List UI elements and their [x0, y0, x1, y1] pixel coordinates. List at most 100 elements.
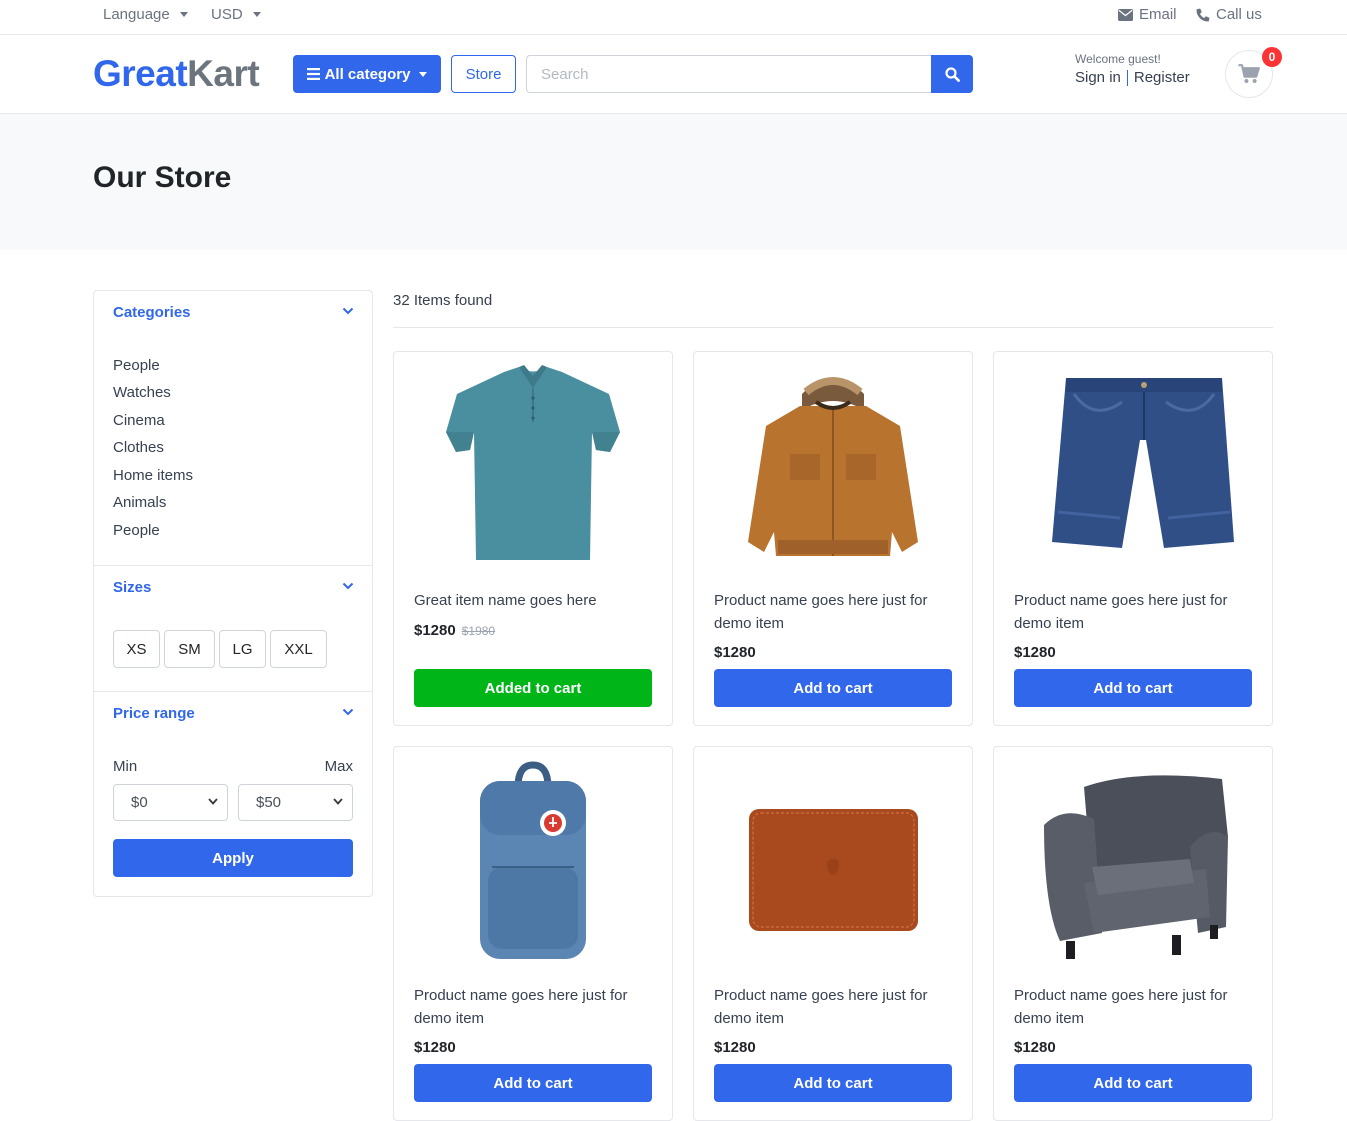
add-to-cart-button[interactable]: Add to cart [414, 1064, 652, 1102]
language-dropdown[interactable]: Language [103, 6, 188, 23]
product-price: $1280 [714, 1039, 756, 1056]
product-price: $1280 [1014, 644, 1056, 661]
product-image[interactable] [414, 757, 652, 967]
caret-down-icon [419, 71, 428, 77]
search-input[interactable] [526, 55, 932, 93]
current-price: $1280 [1014, 644, 1056, 661]
email-label: Email [1139, 6, 1177, 23]
register-link[interactable]: Register [1134, 69, 1190, 86]
chevron-down-icon [208, 798, 218, 805]
price-range-heading[interactable]: Price range [113, 705, 195, 722]
product-image[interactable] [1014, 757, 1252, 967]
product-card: Product name goes here just for demo ite… [693, 351, 973, 726]
envelope-icon [1118, 8, 1133, 21]
store-button[interactable]: Store [451, 55, 516, 93]
product-card: Product name goes here just for demo ite… [993, 746, 1273, 1121]
currency-label: USD [211, 6, 243, 23]
product-price: $1280 [714, 644, 756, 661]
category-item[interactable]: Clothes [113, 439, 164, 456]
menu-icon [306, 68, 320, 80]
currency-dropdown[interactable]: USD [211, 6, 261, 23]
add-to-cart-button[interactable]: Add to cart [714, 1064, 952, 1102]
section-divider [94, 691, 372, 692]
chevron-down-icon[interactable] [342, 307, 354, 315]
product-image[interactable] [714, 757, 952, 967]
current-price: $1280 [714, 1039, 756, 1056]
product-image[interactable] [714, 362, 952, 572]
product-card: Product name goes here just for demo ite… [993, 351, 1273, 726]
min-price-select[interactable]: $0 [113, 784, 228, 821]
results-divider [393, 327, 1273, 328]
call-link[interactable]: Call us [1196, 6, 1262, 23]
email-link[interactable]: Email [1118, 6, 1177, 23]
apply-button[interactable]: Apply [113, 839, 353, 877]
all-category-button[interactable]: All category [293, 55, 441, 93]
chevron-down-icon[interactable] [342, 582, 354, 590]
product-name[interactable]: Product name goes here just for demo ite… [714, 984, 954, 1030]
category-item[interactable]: People [113, 357, 160, 374]
sign-in-link[interactable]: Sign in [1075, 69, 1121, 86]
size-option-lg[interactable]: LG [219, 630, 266, 668]
category-item[interactable]: Home items [113, 467, 193, 484]
caret-down-icon [179, 12, 188, 17]
current-price: $1280 [414, 622, 456, 639]
search-icon [944, 66, 960, 82]
caret-down-icon [252, 12, 261, 17]
add-to-cart-button[interactable]: Add to cart [714, 669, 952, 707]
size-option-xs[interactable]: XS [113, 630, 160, 668]
welcome-text: Welcome guest! [1075, 52, 1161, 66]
added-to-cart-button[interactable]: Added to cart [414, 669, 652, 707]
chevron-down-icon[interactable] [342, 708, 354, 716]
product-card: Product name goes here just for demo ite… [393, 746, 673, 1121]
chevron-down-icon [333, 798, 343, 805]
product-name[interactable]: Product name goes here just for demo ite… [714, 589, 954, 635]
product-name[interactable]: Product name goes here just for demo ite… [414, 984, 654, 1030]
all-category-label: All category [324, 65, 411, 83]
sizes-heading[interactable]: Sizes [113, 579, 151, 596]
auth-links: Sign in Register [1075, 69, 1190, 86]
page-title-section: Our Store [0, 114, 1347, 250]
category-item[interactable]: Watches [113, 384, 171, 401]
product-name[interactable]: Product name goes here just for demo ite… [1014, 589, 1254, 635]
items-found-count: 32 Items found [393, 292, 493, 309]
logo-text-great: Great [93, 53, 188, 94]
product-image[interactable] [1014, 362, 1252, 572]
call-label: Call us [1216, 6, 1262, 23]
logo-text-kart: Kart [187, 53, 260, 94]
product-card: Product name goes here just for demo ite… [693, 746, 973, 1121]
product-name[interactable]: Product name goes here just for demo ite… [1014, 984, 1254, 1030]
add-to-cart-button[interactable]: Add to cart [1014, 669, 1252, 707]
max-label: Max [324, 758, 353, 775]
polo-shirt-image [446, 365, 620, 560]
size-option-sm[interactable]: SM [164, 630, 215, 668]
category-item[interactable]: People [113, 522, 160, 539]
language-label: Language [103, 6, 170, 23]
divider [1126, 69, 1128, 86]
max-price-value: $50 [256, 794, 282, 811]
filter-sidebar: Categories People Watches Cinema Clothes… [93, 290, 373, 897]
old-price: $1980 [461, 624, 496, 638]
min-label: Min [113, 758, 138, 775]
search-button[interactable] [931, 55, 973, 93]
categories-heading[interactable]: Categories [113, 304, 191, 321]
shopping-cart-icon [1238, 64, 1260, 83]
backpack-image [480, 761, 586, 959]
product-price: $1280 $1980 [414, 622, 495, 639]
laptop-sleeve-image [749, 809, 918, 931]
page-title: Our Store [93, 161, 232, 194]
denim-shorts-image [1052, 378, 1234, 548]
brand-logo[interactable]: GreatKart [93, 53, 260, 95]
category-item[interactable]: Animals [113, 494, 166, 511]
size-option-xxl[interactable]: XXL [270, 630, 327, 668]
add-to-cart-button[interactable]: Add to cart [1014, 1064, 1252, 1102]
current-price: $1280 [714, 644, 756, 661]
current-price: $1280 [414, 1039, 456, 1056]
category-item[interactable]: Cinema [113, 412, 165, 429]
current-price: $1280 [1014, 1039, 1056, 1056]
product-card: Great item name goes here $1280 $1980 Ad… [393, 351, 673, 726]
phone-icon [1196, 8, 1210, 21]
product-image[interactable] [414, 362, 652, 572]
product-name[interactable]: Great item name goes here [414, 589, 654, 612]
max-price-select[interactable]: $50 [238, 784, 353, 821]
section-divider [94, 565, 372, 566]
